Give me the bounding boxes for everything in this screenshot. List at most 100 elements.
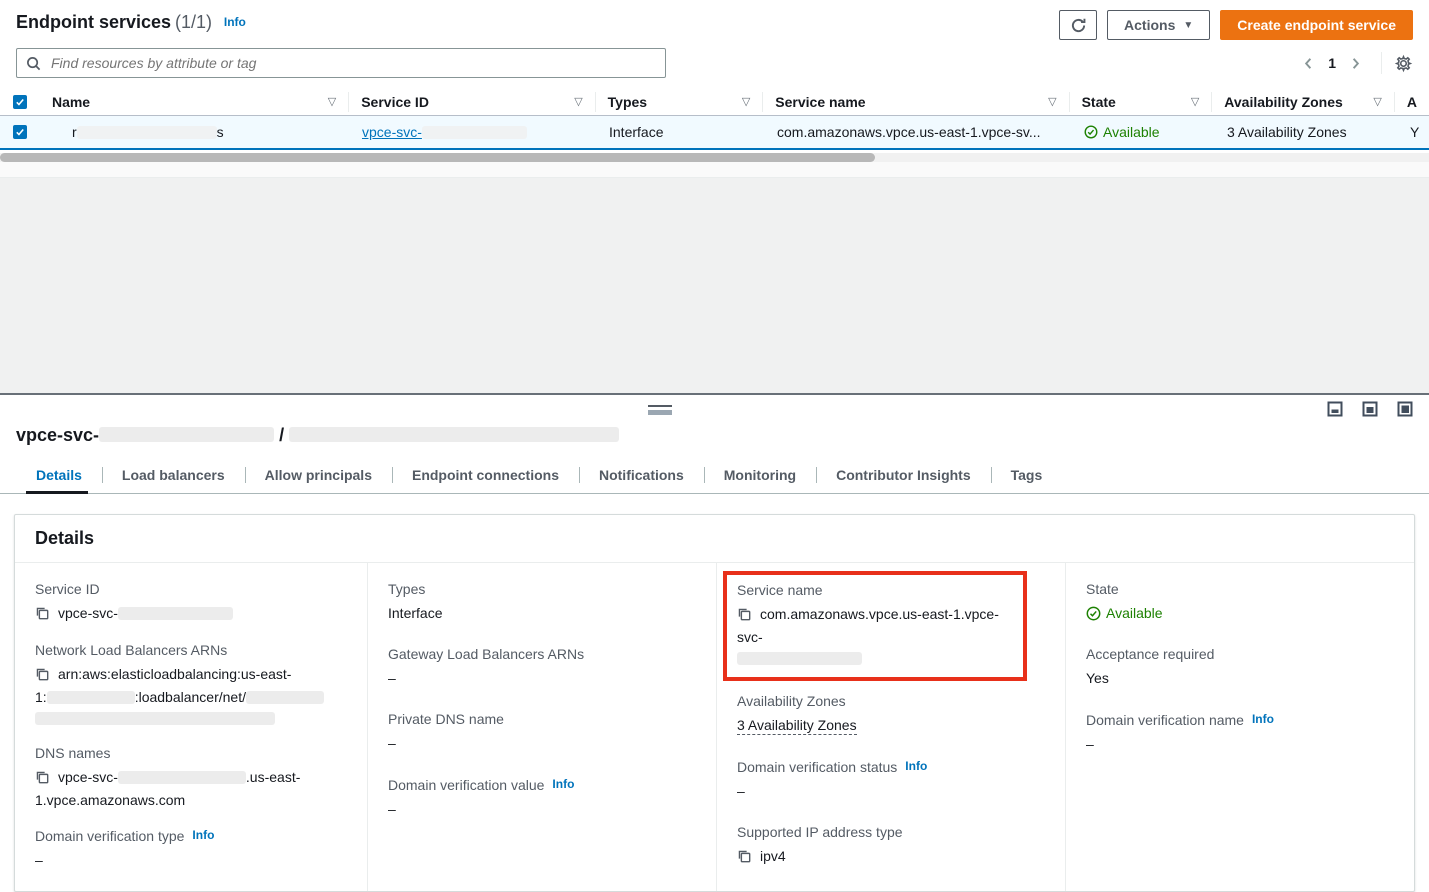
empty-value: – (737, 781, 1045, 802)
endpoint-services-list-panel: Endpoint services (1/1) Info Actions ▼ C… (0, 0, 1429, 393)
details-column-1: Service ID vpce-svc- Network Load Balanc… (15, 563, 368, 891)
create-endpoint-service-button[interactable]: Create endpoint service (1220, 10, 1413, 40)
info-link[interactable]: Info (192, 828, 214, 842)
copy-icon[interactable] (35, 666, 49, 687)
redacted-text (246, 691, 324, 704)
row-checkbox-cell (0, 125, 40, 139)
panel-size-medium-button[interactable] (1362, 401, 1378, 417)
column-header-service-name[interactable]: Service name▽ (763, 92, 1069, 112)
details-card-title: Details (15, 515, 1414, 563)
refresh-button[interactable] (1059, 10, 1097, 40)
chevron-right-icon (1348, 56, 1363, 71)
gear-icon (1394, 54, 1413, 73)
service-id-link[interactable]: vpce-svc- (362, 124, 527, 140)
copy-icon[interactable] (35, 769, 49, 790)
info-link[interactable]: Info (552, 777, 574, 791)
scrollbar-thumb[interactable] (0, 153, 875, 162)
header-buttons: Actions ▼ Create endpoint service (1059, 10, 1413, 40)
search-icon (26, 56, 41, 71)
info-link[interactable]: Info (224, 15, 246, 29)
chevron-left-icon (1301, 56, 1316, 71)
empty-value: – (388, 668, 696, 689)
drag-handle-bar (648, 410, 672, 415)
horizontal-scrollbar[interactable] (0, 153, 1429, 162)
column-header-types[interactable]: Types▽ (596, 92, 764, 112)
pagination: 1 (1295, 52, 1413, 74)
field-types: Types Interface (388, 580, 696, 624)
current-page-number: 1 (1322, 55, 1342, 71)
copy-icon[interactable] (737, 848, 751, 869)
tab-allow-principals[interactable]: Allow principals (245, 462, 392, 493)
panel-size-small-button[interactable] (1327, 401, 1343, 417)
resource-count: (1/1) (175, 12, 212, 32)
tab-load-balancers[interactable]: Load balancers (102, 462, 245, 493)
split-panel-drag-handle[interactable] (648, 405, 672, 415)
availability-zones-popover-trigger[interactable]: 3 Availability Zones (1227, 124, 1347, 140)
redacted-text (289, 427, 619, 442)
table-settings-button[interactable] (1394, 54, 1413, 73)
availability-zones-popover-trigger[interactable]: 3 Availability Zones (737, 717, 857, 735)
sort-icon[interactable]: ▽ (574, 95, 582, 108)
cell-types: Interface (597, 124, 765, 140)
cell-name: rs (40, 124, 350, 140)
tab-monitoring[interactable]: Monitoring (704, 462, 816, 493)
field-private-dns-name: Private DNS name – (388, 710, 696, 754)
info-link[interactable]: Info (905, 759, 927, 773)
details-column-4: State Available Acceptance required Yes … (1066, 563, 1414, 891)
search-input[interactable] (49, 54, 656, 72)
previous-page-button[interactable] (1295, 54, 1322, 73)
info-link[interactable]: Info (1252, 712, 1274, 726)
sort-icon[interactable]: ▽ (328, 95, 336, 108)
redacted-text (77, 126, 217, 139)
sort-icon[interactable]: ▽ (1373, 95, 1381, 108)
redacted-text (118, 607, 233, 620)
selected-resource-title: vpce-svc- / (0, 395, 1429, 446)
copy-icon[interactable] (35, 605, 49, 626)
next-page-button[interactable] (1342, 54, 1369, 73)
cell-availability-zones: 3 Availability Zones (1215, 124, 1398, 140)
column-header-state[interactable]: State▽ (1070, 92, 1213, 112)
check-icon (15, 127, 25, 137)
panel-size-large-icon (1397, 401, 1413, 417)
field-state: State Available (1086, 580, 1394, 624)
check-icon (15, 97, 25, 107)
sort-icon[interactable]: ▽ (1191, 95, 1199, 108)
search-box[interactable] (16, 48, 666, 78)
column-header-acceptance-cutoff[interactable]: A (1395, 92, 1429, 112)
row-checkbox[interactable] (13, 125, 27, 139)
tab-details[interactable]: Details (16, 462, 102, 493)
service-name-highlight-box: Service name com.amazonaws.vpce.us-east-… (723, 571, 1027, 681)
field-dns-names: DNS names vpce-svc-.us-east- 1.vpce.amaz… (35, 744, 347, 811)
tab-contributor-insights[interactable]: Contributor Insights (816, 462, 991, 493)
panel-size-medium-icon (1362, 401, 1378, 417)
redacted-text (118, 771, 246, 784)
copy-icon[interactable] (737, 606, 751, 627)
empty-value: – (35, 850, 347, 871)
table-controls-row: 1 (0, 44, 1429, 88)
actions-label: Actions (1124, 17, 1175, 33)
field-service-id: Service ID vpce-svc- (35, 580, 347, 626)
redacted-text (422, 126, 527, 139)
field-domain-verification-value: Domain verification valueInfo – (388, 775, 696, 820)
actions-button[interactable]: Actions ▼ (1107, 10, 1210, 40)
details-column-2: Types Interface Gateway Load Balancers A… (368, 563, 717, 891)
column-header-service-id[interactable]: Service ID▽ (349, 92, 595, 112)
sort-icon[interactable]: ▽ (1048, 95, 1056, 108)
table-header-row: Name▽ Service ID▽ Types▽ Service name▽ S… (0, 88, 1429, 116)
tab-endpoint-connections[interactable]: Endpoint connections (392, 462, 579, 493)
column-header-name[interactable]: Name▽ (40, 92, 349, 112)
empty-value: – (1086, 734, 1394, 755)
redacted-text (737, 652, 862, 665)
pagination-divider (1381, 52, 1382, 74)
background-filler (0, 178, 1429, 393)
table-row[interactable]: rs vpce-svc- Interface com.amazonaws.vpc… (0, 116, 1429, 150)
panel-size-large-button[interactable] (1397, 401, 1413, 417)
tab-tags[interactable]: Tags (991, 462, 1063, 493)
field-domain-verification-status: Domain verification statusInfo – (737, 757, 1045, 802)
column-header-availability-zones[interactable]: Availability Zones▽ (1212, 92, 1395, 112)
sort-icon[interactable]: ▽ (742, 95, 750, 108)
select-all-checkbox[interactable] (13, 95, 27, 109)
status-available-icon (1086, 606, 1101, 621)
tab-notifications[interactable]: Notifications (579, 462, 704, 493)
create-endpoint-service-label: Create endpoint service (1237, 17, 1396, 33)
